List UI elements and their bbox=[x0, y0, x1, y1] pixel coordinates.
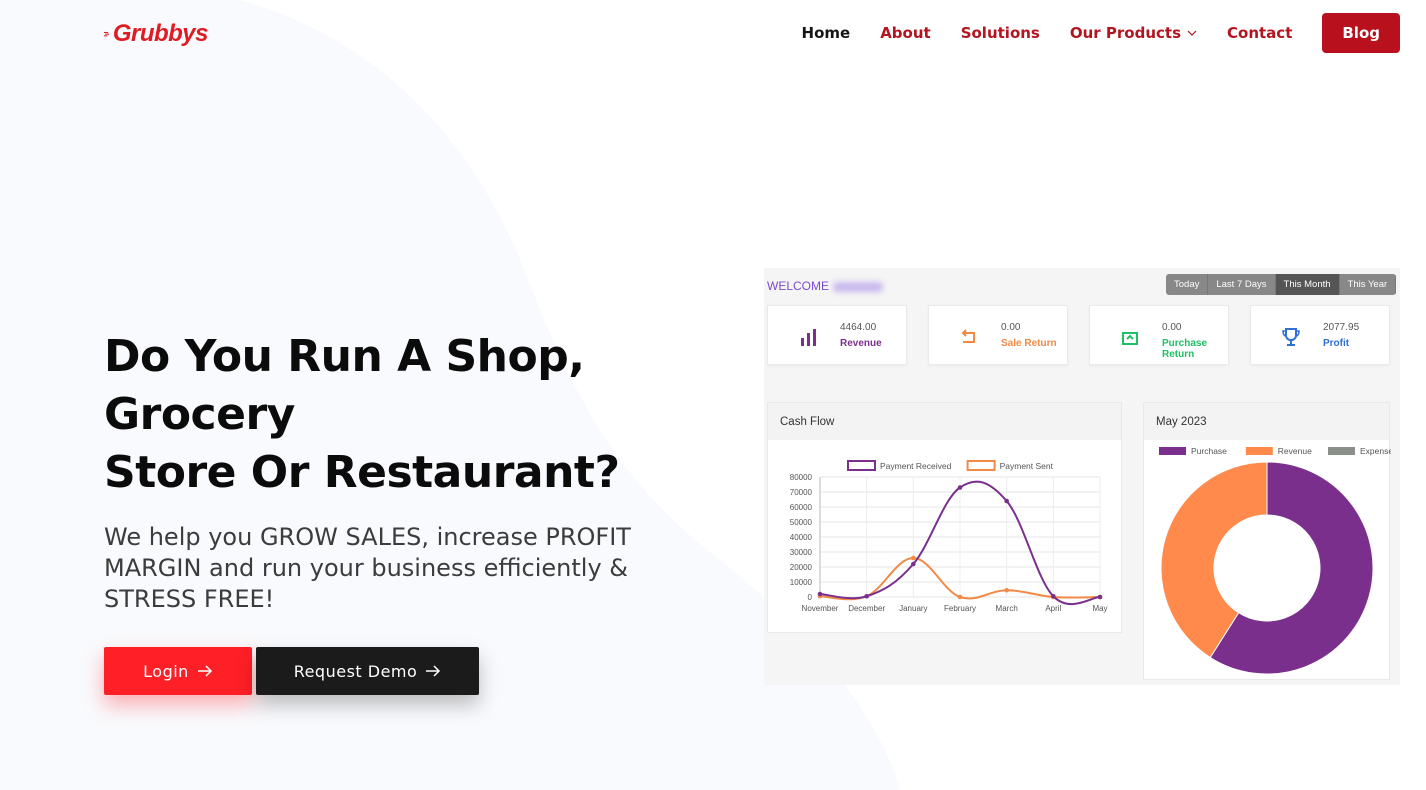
x-tick-label: December bbox=[848, 604, 885, 613]
logo-speed-icon bbox=[104, 31, 110, 37]
hero-buttons: Login Request Demo bbox=[104, 647, 754, 695]
nav-contact[interactable]: Contact bbox=[1227, 24, 1292, 42]
y-tick-label: 0 bbox=[808, 593, 813, 602]
x-tick-label: November bbox=[802, 604, 839, 613]
hero-title-line-1: Do You Run A Shop, Grocery bbox=[104, 331, 585, 440]
y-tick-label: 50000 bbox=[790, 518, 813, 527]
nav-our-products[interactable]: Our Products bbox=[1070, 24, 1197, 42]
site-header: Grubbys Home About Solutions Our Product… bbox=[0, 0, 1426, 66]
purchase-return-icon bbox=[1122, 332, 1138, 345]
cash-flow-panel: Cash Flow Payment Received Payment Sent 80… bbox=[767, 402, 1122, 633]
data-point bbox=[864, 593, 869, 599]
stat-card-purchase-return: 0.00 Purchase Return bbox=[1089, 305, 1229, 365]
x-tick-label: March bbox=[996, 604, 1018, 613]
legend-swatch bbox=[1328, 447, 1355, 455]
request-demo-label: Request Demo bbox=[293, 661, 418, 681]
legend-swatch bbox=[966, 460, 996, 471]
y-tick-label: 80000 bbox=[790, 473, 813, 482]
dashboard-preview: WELCOME Today Last 7 Days This Month Thi… bbox=[764, 268, 1400, 685]
stat-card-profit: 2077.95 Profit bbox=[1250, 305, 1390, 365]
data-point bbox=[1097, 594, 1103, 600]
legend-label: Payment Sent bbox=[1000, 461, 1054, 471]
arrow-right-icon bbox=[426, 665, 441, 677]
cash-flow-title: Cash Flow bbox=[768, 403, 1121, 440]
legend-swatch bbox=[1245, 447, 1273, 455]
data-point bbox=[1004, 498, 1009, 504]
range-tab-today[interactable]: Today bbox=[1166, 274, 1209, 295]
range-tab-this-month[interactable]: This Month bbox=[1275, 274, 1340, 295]
request-demo-button[interactable]: Request Demo bbox=[256, 647, 479, 695]
main-nav: Home About Solutions Our Products Contac… bbox=[772, 13, 1400, 53]
legend-label: Revenue bbox=[1278, 446, 1312, 456]
y-tick-label: 60000 bbox=[790, 503, 813, 512]
blog-button[interactable]: Blog bbox=[1322, 13, 1400, 53]
cash-flow-chart: Payment Received Payment Sent 80000 70000 60… bbox=[790, 460, 1108, 613]
logo-text: Grubbys bbox=[112, 20, 209, 47]
data-point bbox=[957, 594, 963, 600]
stat-label: Sale Return bbox=[1001, 338, 1057, 349]
date-range-tabs: Today Last 7 Days This Month This Year bbox=[1166, 274, 1397, 295]
legend-item: Payment Sent bbox=[966, 460, 1054, 471]
nav-home[interactable]: Home bbox=[802, 24, 851, 42]
nav-solutions[interactable]: Solutions bbox=[961, 24, 1040, 42]
y-tick-label: 30000 bbox=[790, 548, 813, 557]
stat-label: Purchase Return bbox=[1162, 338, 1208, 360]
data-point bbox=[817, 591, 823, 597]
nav-our-products-label: Our Products bbox=[1069, 24, 1182, 42]
y-tick-label: 10000 bbox=[790, 578, 813, 587]
legend-item: Expense bbox=[1328, 446, 1393, 456]
stat-label: Profit bbox=[1323, 338, 1350, 349]
data-point bbox=[1004, 587, 1009, 593]
hero-section: Do You Run A Shop, Grocery Store Or Rest… bbox=[104, 328, 754, 695]
legend-label: Expense bbox=[1360, 446, 1391, 456]
x-tick-label: April bbox=[1045, 604, 1061, 613]
welcome-label: WELCOME bbox=[767, 279, 830, 293]
y-tick-label: 20000 bbox=[790, 563, 813, 572]
range-tab-last-7-days[interactable]: Last 7 Days bbox=[1208, 274, 1276, 295]
legend-item: Payment Received bbox=[847, 460, 952, 471]
legend-label: Payment Received bbox=[880, 461, 952, 471]
y-tick-label: 70000 bbox=[790, 488, 813, 497]
x-tick-label: January bbox=[899, 604, 927, 613]
monthly-donut-panel: May 2023 Purchase Revenue Expense bbox=[1143, 402, 1393, 680]
nav-about[interactable]: About bbox=[880, 24, 931, 42]
x-tick-label: May bbox=[1092, 604, 1107, 613]
return-icon bbox=[961, 329, 975, 343]
login-button-label: Login bbox=[143, 661, 189, 681]
legend-swatch bbox=[1159, 447, 1186, 455]
legend-item: Revenue bbox=[1245, 446, 1312, 456]
y-tick-label: 40000 bbox=[790, 533, 813, 542]
stat-card-sale-return: 0.00 Sale Return bbox=[928, 305, 1068, 365]
stat-card-revenue: 4464.00 Revenue bbox=[767, 305, 907, 365]
stat-label: Revenue bbox=[840, 338, 882, 349]
data-point bbox=[957, 485, 963, 490]
blurred-username bbox=[833, 281, 884, 292]
stat-value: 2077.95 bbox=[1323, 322, 1360, 333]
data-point bbox=[911, 561, 916, 567]
x-tick-label: February bbox=[944, 604, 976, 613]
hero-title: Do You Run A Shop, Grocery Store Or Rest… bbox=[104, 328, 754, 502]
stat-value: 0.00 bbox=[1001, 322, 1021, 333]
stat-value: 4464.00 bbox=[840, 322, 877, 333]
welcome-text: WELCOME bbox=[767, 279, 884, 293]
donut-title: May 2023 bbox=[1144, 403, 1389, 440]
data-point bbox=[911, 555, 916, 561]
range-tab-this-year[interactable]: This Year bbox=[1340, 274, 1397, 295]
stat-value: 0.00 bbox=[1162, 322, 1182, 333]
chevron-down-icon bbox=[1187, 30, 1197, 36]
bar-chart-icon bbox=[801, 329, 816, 346]
hero-subtitle: We help you GROW SALES, increase PROFIT … bbox=[104, 523, 631, 613]
data-point bbox=[1051, 593, 1056, 599]
login-button[interactable]: Login bbox=[104, 647, 252, 695]
legend-swatch bbox=[847, 460, 876, 471]
hero-title-line-2: Store Or Restaurant? bbox=[104, 447, 620, 498]
legend-label: Purchase bbox=[1191, 446, 1227, 456]
monthly-donut-chart: Purchase Revenue Expense bbox=[1159, 446, 1393, 675]
trophy-icon bbox=[1282, 328, 1300, 346]
brand-logo[interactable]: Grubbys bbox=[104, 18, 209, 50]
legend-item: Purchase bbox=[1159, 446, 1227, 456]
arrow-right-icon bbox=[197, 665, 212, 677]
